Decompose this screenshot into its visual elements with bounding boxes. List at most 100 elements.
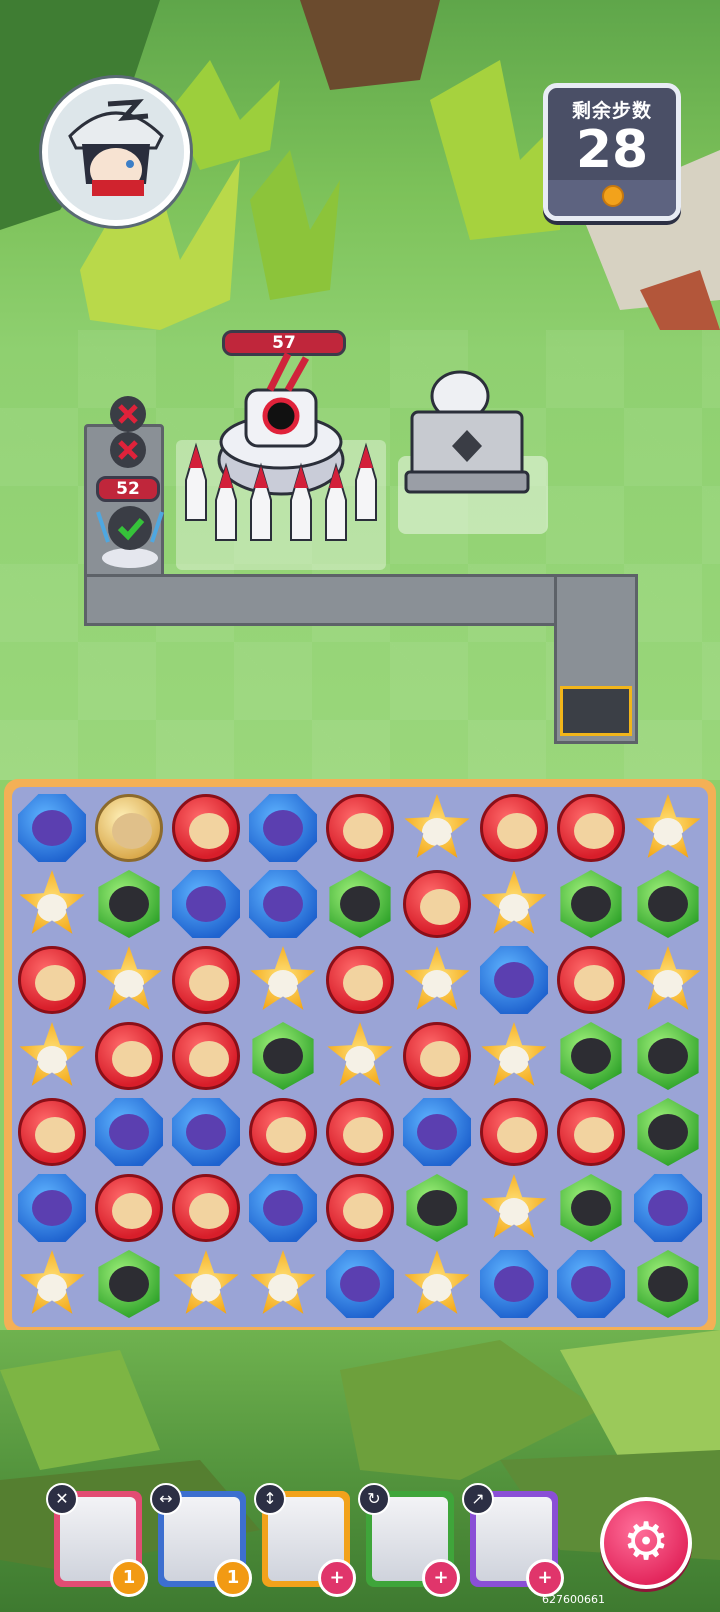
board-cell[interactable] bbox=[321, 865, 399, 943]
board-cell[interactable] bbox=[398, 941, 476, 1019]
green-cat-tile bbox=[637, 1250, 699, 1318]
board-cell[interactable] bbox=[90, 1017, 168, 1095]
board-cell[interactable] bbox=[629, 1017, 707, 1095]
board-cell[interactable] bbox=[90, 1093, 168, 1171]
board-cell[interactable] bbox=[629, 1245, 707, 1323]
red-pig-tile bbox=[172, 1174, 240, 1242]
crate-robot-icon[interactable] bbox=[398, 360, 548, 550]
board-cell[interactable] bbox=[167, 865, 245, 943]
board-cell[interactable] bbox=[90, 789, 168, 867]
hero-charge-badge: 1 bbox=[214, 1559, 252, 1597]
board-cell[interactable] bbox=[475, 789, 553, 867]
board-cell[interactable] bbox=[167, 1017, 245, 1095]
board-cell[interactable] bbox=[167, 1093, 245, 1171]
board-cell[interactable] bbox=[244, 1093, 322, 1171]
tile-face-icon bbox=[263, 886, 303, 922]
yellow-star-tile bbox=[19, 1022, 85, 1086]
red-pig-tile bbox=[480, 1098, 548, 1166]
hero-card[interactable]: ↕ + bbox=[254, 1483, 356, 1597]
board-cell[interactable] bbox=[475, 1017, 553, 1095]
green-cat-tile bbox=[252, 1022, 314, 1090]
tile-face-icon bbox=[191, 1274, 221, 1302]
board-cell[interactable] bbox=[552, 1093, 630, 1171]
board-cell[interactable] bbox=[475, 1169, 553, 1247]
player-avatar[interactable] bbox=[42, 78, 190, 226]
board-cell[interactable] bbox=[398, 1017, 476, 1095]
board-cell[interactable] bbox=[13, 789, 91, 867]
red-pig-tile bbox=[557, 1098, 625, 1166]
green-cat-tile bbox=[560, 1022, 622, 1090]
board-cell[interactable] bbox=[475, 1245, 553, 1323]
board-cell[interactable] bbox=[167, 941, 245, 1019]
board-cell[interactable] bbox=[321, 1093, 399, 1171]
board-cell[interactable] bbox=[244, 941, 322, 1019]
board-cell[interactable] bbox=[552, 941, 630, 1019]
board-cell[interactable] bbox=[321, 789, 399, 867]
board-cell[interactable] bbox=[552, 1017, 630, 1095]
board-cell[interactable] bbox=[398, 789, 476, 867]
yellow-star-tile bbox=[481, 870, 547, 934]
board-cell[interactable] bbox=[629, 865, 707, 943]
hero-charge-badge: + bbox=[318, 1559, 356, 1597]
board-cell[interactable] bbox=[321, 1245, 399, 1323]
board-cell[interactable] bbox=[13, 1093, 91, 1171]
board-cell[interactable] bbox=[244, 865, 322, 943]
board-cell[interactable] bbox=[552, 1169, 630, 1247]
active-minion-icon[interactable] bbox=[92, 498, 168, 570]
board-cell[interactable] bbox=[321, 1169, 399, 1247]
settings-button[interactable]: ⚙ bbox=[600, 1497, 692, 1589]
board-cell[interactable] bbox=[167, 1169, 245, 1247]
board-cell[interactable] bbox=[629, 1093, 707, 1171]
board-cell[interactable] bbox=[13, 865, 91, 943]
board-cell[interactable] bbox=[13, 941, 91, 1019]
board-cell[interactable] bbox=[552, 1245, 630, 1323]
board-cell[interactable] bbox=[90, 1245, 168, 1323]
blue-goggles-tile bbox=[172, 870, 240, 938]
board-cell[interactable] bbox=[398, 1093, 476, 1171]
board-cell[interactable] bbox=[13, 1245, 91, 1323]
board-cell[interactable] bbox=[475, 941, 553, 1019]
hero-card[interactable]: ↗ + bbox=[462, 1483, 564, 1597]
tile-face-icon bbox=[109, 886, 149, 922]
board-cell[interactable] bbox=[398, 865, 476, 943]
red-pig-tile bbox=[326, 1098, 394, 1166]
board-cell[interactable] bbox=[244, 1245, 322, 1323]
tile-face-icon bbox=[648, 1114, 688, 1150]
board-cell[interactable] bbox=[629, 1169, 707, 1247]
player-portrait-icon bbox=[48, 84, 184, 220]
board-cell[interactable] bbox=[398, 1169, 476, 1247]
board-cell[interactable] bbox=[90, 865, 168, 943]
hero-card[interactable]: ↔ 1 bbox=[150, 1483, 252, 1597]
board-cell[interactable] bbox=[244, 789, 322, 867]
board-cell[interactable] bbox=[13, 1169, 91, 1247]
board-cell[interactable] bbox=[244, 1169, 322, 1247]
board-cell[interactable] bbox=[321, 1017, 399, 1095]
moves-indicator-icon bbox=[602, 185, 624, 207]
board-cell[interactable] bbox=[167, 789, 245, 867]
rocket-robot-boss-icon[interactable] bbox=[176, 350, 386, 550]
board-cell[interactable] bbox=[629, 941, 707, 1019]
board-cell[interactable] bbox=[244, 1017, 322, 1095]
hero-card[interactable]: ✕ 1 bbox=[46, 1483, 148, 1597]
green-cat-tile bbox=[329, 870, 391, 938]
board-cell[interactable] bbox=[552, 789, 630, 867]
board-cell[interactable] bbox=[475, 1093, 553, 1171]
board-cell[interactable] bbox=[629, 789, 707, 867]
board-cell[interactable] bbox=[552, 865, 630, 943]
red-pig-tile bbox=[403, 1022, 471, 1090]
board-cell[interactable] bbox=[167, 1245, 245, 1323]
board-cell[interactable] bbox=[398, 1245, 476, 1323]
board-cell[interactable] bbox=[13, 1017, 91, 1095]
blue-goggles-tile bbox=[249, 1174, 317, 1242]
board-cell[interactable] bbox=[475, 865, 553, 943]
red-pig-tile bbox=[172, 1022, 240, 1090]
moves-counter: 28 bbox=[575, 120, 649, 180]
board-cell[interactable] bbox=[90, 1169, 168, 1247]
tile-face-icon bbox=[37, 894, 67, 922]
board-cell[interactable] bbox=[90, 941, 168, 1019]
tile-face-icon bbox=[340, 1266, 380, 1302]
blue-goggles-tile bbox=[634, 1174, 702, 1242]
hero-card[interactable]: ↻ + bbox=[358, 1483, 460, 1597]
green-cat-tile bbox=[98, 1250, 160, 1318]
board-cell[interactable] bbox=[321, 941, 399, 1019]
